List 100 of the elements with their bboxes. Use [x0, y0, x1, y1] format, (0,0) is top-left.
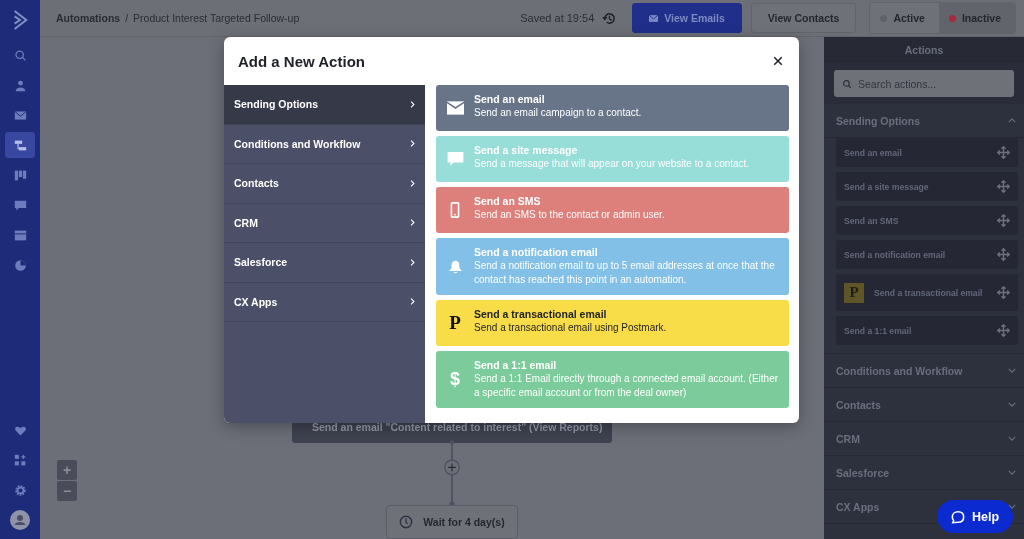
dialog-title: Add a New Action [238, 52, 365, 70]
saved-status: Saved at 19:54 [520, 12, 595, 24]
action-title: Send a notification email [474, 246, 599, 259]
action-description: Send a transactional email using Postmark. [474, 321, 668, 335]
action-description: Send a message that will appear on your website to a contact. [474, 157, 751, 171]
envelope-icon [649, 14, 659, 22]
draggable-action[interactable]: Send a notification email [836, 240, 1018, 269]
search-icon [842, 78, 852, 89]
chevron-right-icon [410, 258, 415, 266]
chat-icon [446, 152, 464, 166]
zoom-button[interactable]: + [57, 460, 77, 480]
action-card[interactable]: Send an SMS Send an SMS to the contact or admin user. [436, 187, 789, 233]
action-label: Send a 1:1 email [844, 325, 913, 336]
chevron-down-icon [1008, 504, 1016, 509]
action-title: Send a 1:1 email [474, 359, 558, 372]
action-description: Send an SMS to the contact or admin user. [474, 208, 666, 222]
chevron-logo-icon[interactable] [11, 8, 29, 32]
zoom-button[interactable]: − [57, 481, 77, 501]
action-card[interactable]: Send a site message Send a message that will appear on your website to a contact. [436, 136, 789, 182]
view-contacts-button[interactable]: View Contacts [750, 3, 857, 33]
draggable-action[interactable]: Send an email [836, 138, 1018, 167]
view-emails-button[interactable]: View Emails [632, 3, 742, 33]
action-icon: P [449, 312, 461, 334]
category-item[interactable]: CRM [224, 203, 425, 243]
move-icon[interactable] [997, 286, 1010, 299]
move-icon[interactable] [997, 248, 1010, 261]
chevron-right-icon [410, 179, 415, 187]
draggable-action[interactable]: Send a 1:1 email [836, 316, 1018, 345]
help-button[interactable]: Help [937, 500, 1013, 533]
breadcrumb-current: Product Interest Targeted Follow-up [133, 12, 300, 24]
action-description: Send an email campaign to a contact. [474, 106, 643, 120]
category-item[interactable]: Sending Options [224, 85, 425, 125]
person-icon [13, 78, 27, 92]
search-icon [13, 48, 27, 62]
move-icon[interactable] [997, 324, 1010, 337]
settings-icon [13, 483, 27, 497]
panel-section-header[interactable]: Conditions and Workflow [824, 354, 1024, 388]
action-label: Send an SMS [844, 215, 900, 226]
pie-chart-icon [13, 258, 27, 272]
action-label: Send an email [844, 147, 903, 158]
phone-icon [450, 202, 460, 218]
action-description: Send a 1:1 Email directly through a connected email account. (Either a specific email account or from the deal owner) [474, 372, 780, 400]
panel-title: Actions [824, 37, 1024, 63]
action-title: Send a site message [474, 144, 579, 157]
category-item[interactable]: CX Apps [224, 282, 425, 322]
chevron-down-icon [1008, 402, 1016, 407]
breadcrumb-link[interactable]: Automations [56, 12, 121, 24]
chevron-right-icon [410, 100, 415, 108]
chevron-right-icon [410, 140, 415, 148]
status-toggle[interactable]: Inactive [938, 3, 1015, 33]
action-card[interactable]: $ Send a 1:1 email Send a 1:1 Email directly through a connected email account. (Either a specific email account or from the deal owner) [436, 351, 789, 408]
panel-section-header[interactable]: Salesforce [824, 456, 1024, 490]
action-label: Send a site message [844, 181, 930, 192]
nav-item[interactable] [5, 132, 35, 158]
move-icon[interactable] [997, 146, 1010, 159]
category-item[interactable]: Contacts [224, 164, 425, 204]
node-label: Send an email "Content related to interest" (View Reports) [312, 421, 603, 434]
action-card[interactable]: Send a notification email Send a notification email to up to 5 email addresses at once that the contact has reached this point in an automation. [436, 238, 789, 295]
move-icon[interactable] [997, 214, 1010, 227]
panel-section-header[interactable]: CRM [824, 422, 1024, 456]
flowchart-icon [13, 138, 27, 152]
draggable-action[interactable]: Send a site message [836, 172, 1018, 201]
chevron-right-icon [410, 298, 415, 306]
chevron-down-icon [1008, 470, 1016, 475]
avatar-icon [10, 510, 30, 530]
action-icon: $ [450, 369, 460, 390]
draggable-action[interactable]: P Send a transactional email [836, 274, 1018, 311]
action-description: Send a notification email to up to 5 email addresses at once that the contact has reached this point in an automation. [474, 259, 776, 287]
category-item[interactable]: Salesforce [224, 243, 425, 283]
search-field[interactable]: Search actions... [834, 70, 1014, 97]
close-icon[interactable] [773, 56, 783, 66]
move-icon[interactable] [997, 180, 1010, 193]
action-label: Send a transactional email [874, 287, 984, 298]
action-label: Send a notification email [844, 249, 947, 260]
action-title: Send an SMS [474, 195, 542, 208]
chat-bubble-icon [950, 509, 965, 524]
history-icon[interactable] [602, 10, 618, 26]
clock-icon [399, 515, 414, 530]
columns-icon [13, 168, 27, 182]
breadcrumb-separator: / [125, 12, 129, 24]
action-card[interactable]: P Send a transactional email Send a transactional email using Postmark. [436, 300, 789, 346]
action-title: Send an email [474, 93, 546, 106]
action-title: Send a transactional email [474, 308, 608, 321]
panel-section-header[interactable]: Contacts [824, 388, 1024, 422]
apps-icon [13, 453, 27, 467]
list-icon [13, 228, 27, 242]
chat-icon [13, 198, 27, 212]
chevron-down-icon [1008, 368, 1016, 373]
draggable-action[interactable]: Send an SMS [836, 206, 1018, 235]
category-item[interactable]: Conditions and Workflow [224, 124, 425, 164]
chevron-down-icon [1008, 436, 1016, 441]
chevron-up-icon [1008, 118, 1016, 123]
node-label: Wait for 4 day(s) [423, 516, 505, 529]
envelope-icon [446, 101, 464, 115]
bell-icon [446, 259, 464, 274]
postmark-logo: P [844, 282, 864, 303]
chevron-right-icon [410, 219, 415, 227]
envelope-icon [13, 108, 27, 122]
action-card[interactable]: Send an email Send an email campaign to a contact. [436, 85, 789, 131]
wait-node[interactable]: Wait for 4 day(s) [386, 505, 518, 539]
